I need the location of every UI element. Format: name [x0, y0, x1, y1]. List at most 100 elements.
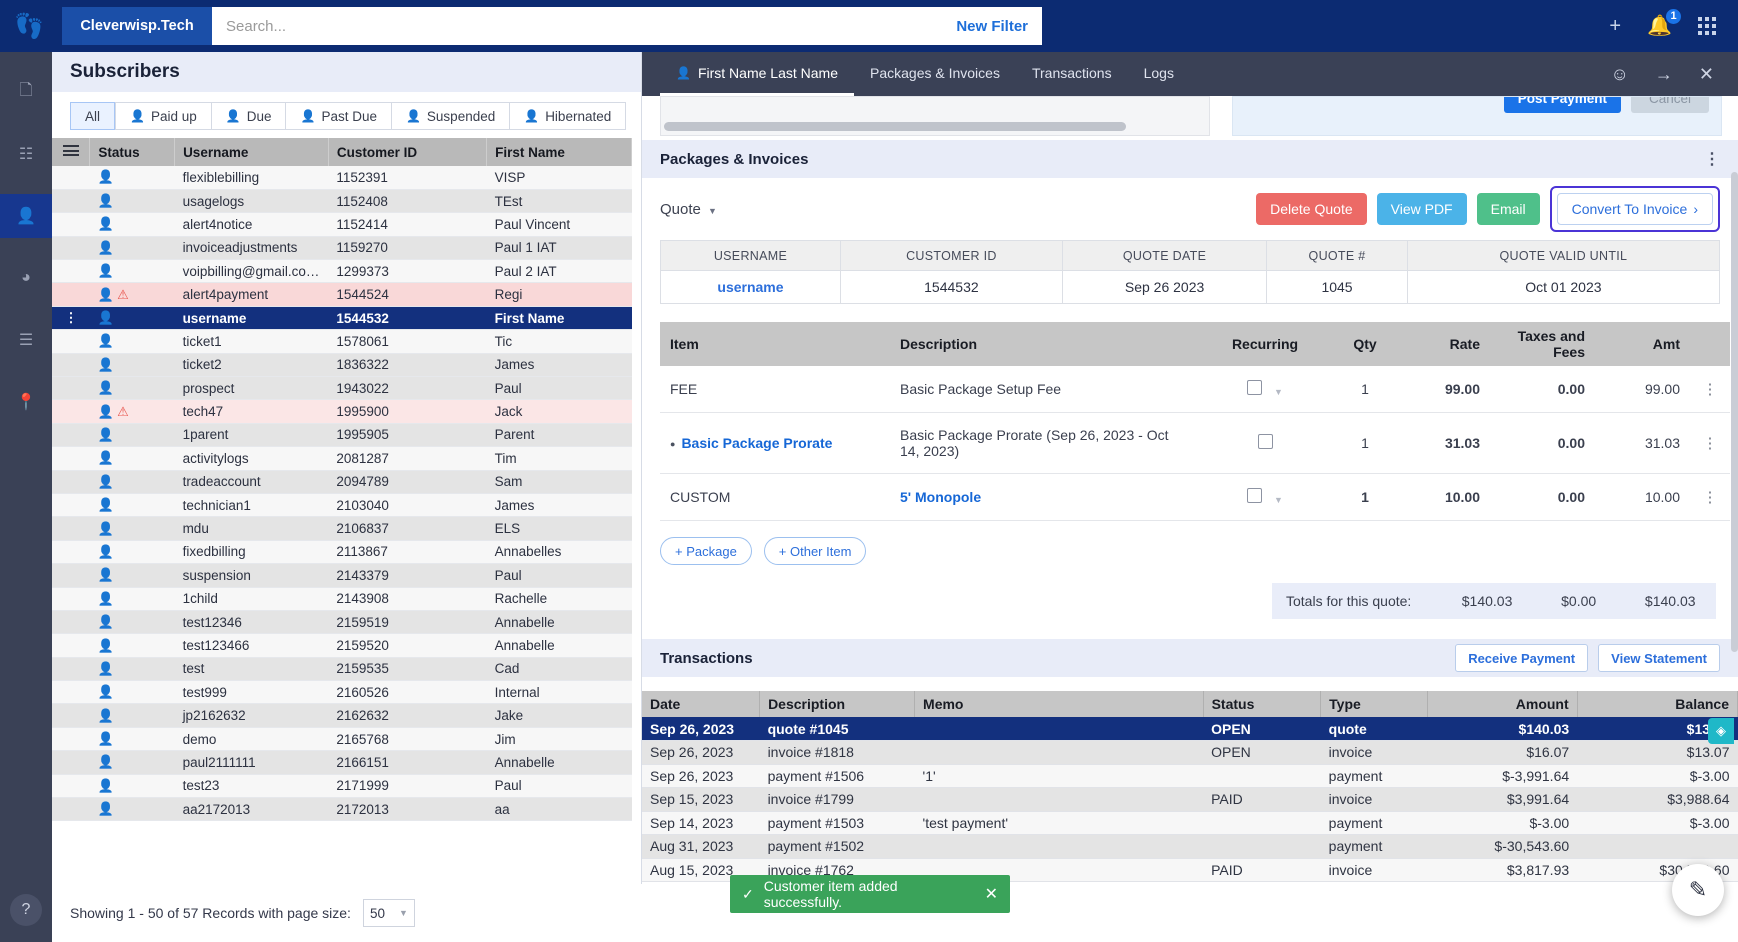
- delete-quote-button[interactable]: Delete Quote: [1256, 193, 1367, 225]
- column-status[interactable]: Status: [89, 138, 176, 166]
- row-menu-icon[interactable]: [52, 587, 90, 611]
- table-row[interactable]: 👤 demo 2165768 Jim: [52, 727, 632, 752]
- subscriber-tab-paid-up[interactable]: 👤 Paid up: [115, 102, 211, 130]
- table-row[interactable]: 👤 1parent 1995905 Parent: [52, 423, 632, 448]
- table-row[interactable]: 👤 test123466 2159520 Annabelle: [52, 633, 632, 658]
- row-menu-icon[interactable]: [52, 727, 90, 752]
- table-row[interactable]: 👤 test 2159535 Cad: [52, 657, 632, 682]
- row-menu-icon[interactable]: [52, 493, 90, 518]
- table-row[interactable]: 👤 mdu 2106837 ELS: [52, 516, 632, 541]
- row-menu-icon[interactable]: [52, 470, 90, 494]
- table-row[interactable]: 👤 1child 2143908 Rachelle: [52, 587, 632, 611]
- page-size-select[interactable]: 50 ▼: [362, 899, 415, 927]
- table-row[interactable]: 👤 tradeaccount 2094789 Sam: [52, 470, 632, 494]
- table-row[interactable]: 👤 jp2162632 2162632 Jake: [52, 703, 632, 728]
- table-row[interactable]: 👤 test12346 2159519 Annabelle: [52, 610, 632, 635]
- table-row[interactable]: 👤 voipbilling@gmail.co… 1299373 Paul 2 IAT: [52, 259, 632, 284]
- drawer-tab-logs[interactable]: Logs: [1128, 52, 1190, 96]
- table-row[interactable]: 👤 technician1 2103040 James: [52, 493, 632, 518]
- row-menu-icon[interactable]: [52, 423, 90, 448]
- quote-type-select[interactable]: Quote ▼: [660, 201, 717, 218]
- row-menu-icon[interactable]: [52, 610, 90, 635]
- row-menu-icon[interactable]: ⋮: [52, 306, 90, 331]
- row-menu-icon[interactable]: [52, 540, 90, 565]
- email-button[interactable]: Email: [1476, 193, 1540, 225]
- recurring-checkbox[interactable]: [1257, 434, 1273, 449]
- subscriber-tab-due[interactable]: 👤 Due: [210, 102, 286, 130]
- row-menu-icon[interactable]: [52, 657, 90, 682]
- table-row[interactable]: 👤 prospect 1943022 Paul: [52, 376, 632, 401]
- table-row[interactable]: 👤 aa2172013 2172013 aa: [52, 797, 632, 822]
- row-menu-icon[interactable]: [52, 259, 90, 284]
- table-row[interactable]: 👤 invoiceadjustments 1159270 Paul 1 IAT: [52, 236, 632, 261]
- row-menu-icon[interactable]: [52, 236, 90, 261]
- table-row[interactable]: ⋮ 👤 username 1544532 First Name: [52, 306, 632, 331]
- item-row-kebab-icon[interactable]: ⋮: [1690, 412, 1730, 474]
- column-username[interactable]: Username: [174, 138, 329, 166]
- drawer-tab-transactions[interactable]: Transactions: [1016, 52, 1128, 96]
- arrow-right-icon[interactable]: →: [1655, 64, 1673, 85]
- sidebar-item-copy[interactable]: 🗋: [0, 70, 52, 114]
- packages-kebab-icon[interactable]: ⋮: [1704, 149, 1720, 169]
- cell-description[interactable]: 5' Monopole: [890, 473, 1200, 521]
- row-menu-icon[interactable]: [52, 189, 90, 214]
- subscriber-tab-hibernated[interactable]: 👤 Hibernated: [509, 102, 627, 130]
- help-button[interactable]: ?: [10, 894, 42, 926]
- table-row[interactable]: 👤 test999 2160526 Internal: [52, 680, 632, 705]
- side-tab-button[interactable]: ◈: [1708, 718, 1734, 744]
- table-row[interactable]: 👤 flexiblebilling 1152391 VISP: [52, 166, 632, 190]
- horizontal-scrollbar[interactable]: [664, 122, 1126, 131]
- transaction-row[interactable]: Sep 14, 2023 payment #1503'test payment' p…: [642, 811, 1738, 835]
- transaction-row[interactable]: Aug 31, 2023 payment #1502 payment $-30,543…: [642, 834, 1738, 859]
- bell-icon[interactable]: 🔔 1: [1647, 7, 1683, 36]
- row-menu-icon[interactable]: [52, 376, 90, 401]
- item-row-kebab-icon[interactable]: ⋮: [1690, 366, 1730, 413]
- recurring-checkbox[interactable]: [1247, 488, 1263, 503]
- row-menu-icon[interactable]: [52, 282, 90, 307]
- feedback-fab[interactable]: ✎: [1672, 864, 1724, 916]
- drawer-tab-first-name-last-name[interactable]: 👤 First Name Last Name: [660, 52, 854, 96]
- row-menu-icon[interactable]: [52, 516, 90, 541]
- vertical-scrollbar[interactable]: [1731, 172, 1738, 652]
- subscriber-tab-all[interactable]: All: [70, 102, 116, 130]
- close-icon[interactable]: ✕: [985, 884, 998, 904]
- quote-info-value[interactable]: username: [660, 270, 841, 304]
- sidebar-item-dashboard[interactable]: ☷: [0, 132, 52, 176]
- smiley-icon[interactable]: ☺: [1611, 64, 1629, 85]
- table-row[interactable]: 👤 suspension 2143379 Paul: [52, 563, 632, 588]
- receive-payment-button[interactable]: Receive Payment: [1455, 644, 1589, 672]
- add-other-item-button[interactable]: + Other Item: [763, 537, 867, 565]
- sidebar-item-lists[interactable]: ☰: [0, 318, 52, 362]
- transaction-row[interactable]: Sep 26, 2023 invoice #1818 OPEN invoice $16.…: [642, 740, 1738, 765]
- row-menu-icon[interactable]: [52, 633, 90, 658]
- row-menu-icon[interactable]: [52, 797, 90, 822]
- convert-to-invoice-button[interactable]: Convert To Invoice ›: [1556, 193, 1713, 225]
- table-row[interactable]: 👤 test23 2171999 Paul: [52, 774, 632, 799]
- column-first-name[interactable]: First Name: [486, 138, 632, 166]
- row-menu-icon[interactable]: [52, 774, 90, 799]
- row-menu-icon[interactable]: [52, 680, 90, 705]
- tx-column-description[interactable]: Description: [759, 691, 916, 717]
- table-row[interactable]: 👤 usagelogs 1152408 TEst: [52, 189, 632, 214]
- chevron-down-icon[interactable]: ▼: [1274, 387, 1283, 397]
- post-payment-button[interactable]: Post Payment: [1503, 97, 1621, 113]
- view-pdf-button[interactable]: View PDF: [1376, 193, 1467, 225]
- sidebar-item-support[interactable]: ◕: [0, 256, 52, 300]
- transaction-row[interactable]: Sep 26, 2023 payment #1506'1' payment $-3,9…: [642, 764, 1738, 788]
- apps-grid-icon[interactable]: [1698, 17, 1716, 35]
- drawer-tab-packages-invoices[interactable]: Packages & Invoices: [854, 52, 1016, 96]
- row-menu-icon[interactable]: [52, 563, 90, 588]
- table-row[interactable]: 👤 paul2111111 2166151 Annabelle: [52, 750, 632, 775]
- transaction-row[interactable]: Sep 26, 2023quote #1045OPENquote$140.03$…: [642, 717, 1738, 741]
- add-icon[interactable]: +: [1609, 16, 1621, 36]
- tx-column-type[interactable]: Type: [1320, 691, 1429, 717]
- row-menu-icon[interactable]: [52, 329, 90, 354]
- row-menu-icon[interactable]: [52, 750, 90, 775]
- tx-column-memo[interactable]: Memo: [914, 691, 1204, 717]
- row-menu-icon[interactable]: [52, 166, 90, 190]
- table-row[interactable]: 👤 ⚠ alert4payment 1544524 Regi: [52, 282, 632, 307]
- search-input[interactable]: [212, 8, 957, 44]
- recurring-checkbox[interactable]: [1247, 380, 1263, 395]
- view-statement-button[interactable]: View Statement: [1598, 644, 1720, 672]
- column-customer-id[interactable]: Customer ID: [328, 138, 488, 166]
